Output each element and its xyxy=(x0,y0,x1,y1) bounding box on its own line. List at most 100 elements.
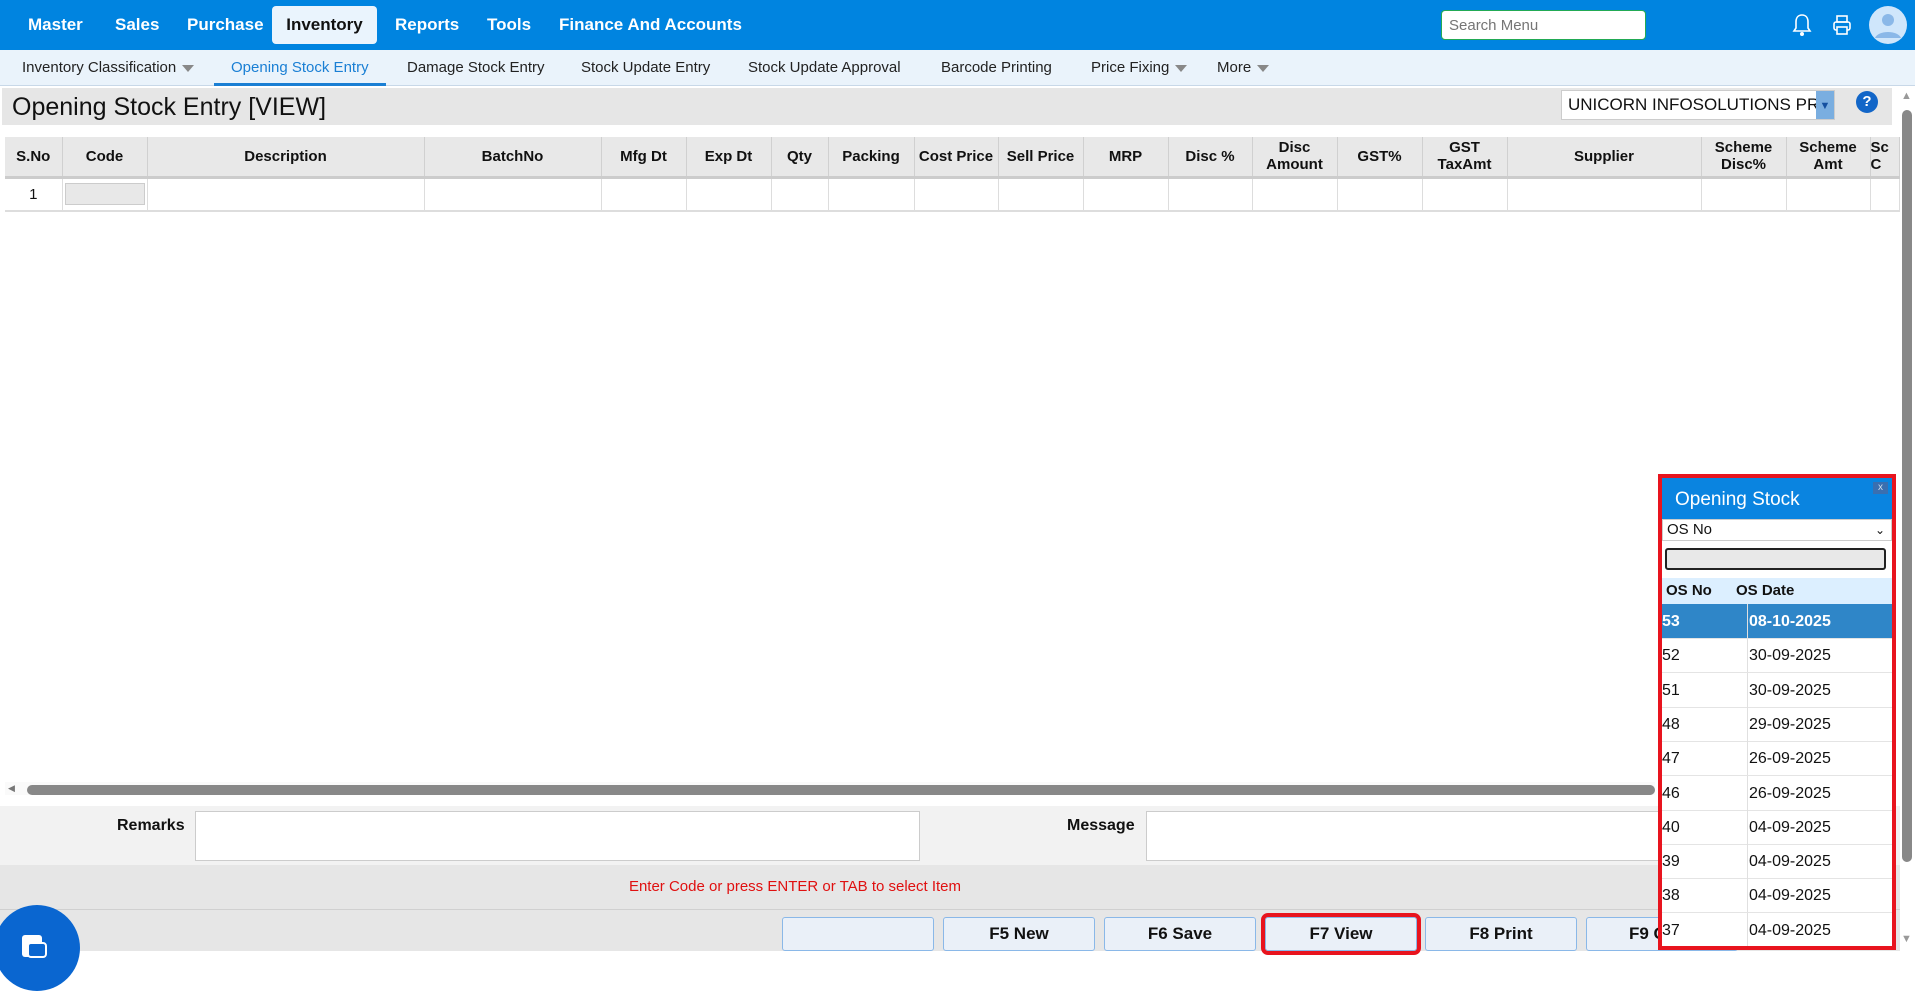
col-gst-pct: GST% xyxy=(1337,137,1423,179)
os-date: 04-09-2025 xyxy=(1749,887,1831,905)
search-menu-input[interactable] xyxy=(1441,10,1646,40)
f6-save-button[interactable]: F6 Save xyxy=(1104,917,1256,951)
remarks-textarea[interactable] xyxy=(195,811,920,861)
cell-sell-price[interactable] xyxy=(998,177,1084,212)
os-no: 46 xyxy=(1662,775,1748,810)
chat-icon[interactable] xyxy=(0,905,80,991)
list-item[interactable]: 53 08-10-2025 xyxy=(1662,604,1892,639)
stock-entry-grid: S.No Code Description BatchNo Mfg Dt Exp… xyxy=(5,137,1900,212)
nav-inventory[interactable]: Inventory xyxy=(272,6,377,44)
cell-sc[interactable] xyxy=(1870,177,1900,212)
caret-down-icon xyxy=(1175,64,1188,72)
bell-icon[interactable] xyxy=(1792,13,1812,37)
caret-down-icon xyxy=(182,64,195,72)
code-input[interactable] xyxy=(64,183,145,206)
col-code: Code xyxy=(62,137,148,179)
cell-scheme-amt[interactable] xyxy=(1786,177,1871,212)
list-item[interactable]: 37 04-09-2025 xyxy=(1662,912,1892,946)
chevron-down-icon: ⌄ xyxy=(1874,523,1885,537)
cell-scheme-disc[interactable] xyxy=(1701,177,1787,212)
subnav-stock-update-approval[interactable]: Stock Update Approval xyxy=(748,50,901,86)
message-textarea[interactable] xyxy=(1146,811,1666,861)
cell-cost-price[interactable] xyxy=(914,177,999,212)
list-item[interactable]: 48 29-09-2025 xyxy=(1662,706,1892,742)
subnav-damage-stock-entry[interactable]: Damage Stock Entry xyxy=(407,50,545,86)
vertical-scrollbar[interactable]: ▲ ▼ xyxy=(1900,90,1914,951)
list-item[interactable]: 47 26-09-2025 xyxy=(1662,741,1892,777)
filter-select[interactable]: OS No ⌄ xyxy=(1662,519,1892,541)
status-message: Enter Code or press ENTER or TAB to sele… xyxy=(628,878,962,895)
nav-finance-and-accounts[interactable]: Finance And Accounts xyxy=(547,6,754,44)
os-date: 30-09-2025 xyxy=(1749,681,1831,699)
sub-nav: Inventory Classification Opening Stock E… xyxy=(0,50,1915,86)
popup-header-row: OS No OS Date xyxy=(1662,578,1892,604)
col-supplier: Supplier xyxy=(1507,137,1702,179)
col-cost-price: Cost Price xyxy=(914,137,999,179)
subnav-barcode-printing[interactable]: Barcode Printing xyxy=(941,50,1052,86)
col-mrp: MRP xyxy=(1083,137,1169,179)
scroll-left-icon[interactable]: ◀ xyxy=(8,783,15,794)
remarks-label: Remarks xyxy=(117,817,185,834)
cell-exp-dt[interactable] xyxy=(686,177,772,212)
subnav-stock-update-entry[interactable]: Stock Update Entry xyxy=(581,50,710,86)
col-gst-taxamt: GST TaxAmt xyxy=(1422,137,1508,179)
subnav-inventory-classification[interactable]: Inventory Classification xyxy=(22,50,195,86)
nav-tools[interactable]: Tools xyxy=(475,6,543,44)
list-item[interactable]: 52 30-09-2025 xyxy=(1662,638,1892,674)
cell-qty[interactable] xyxy=(771,177,829,212)
cell-mfg-dt[interactable] xyxy=(601,177,687,212)
subnav-label: Price Fixing xyxy=(1091,59,1170,76)
cell-batchno[interactable] xyxy=(424,177,602,212)
nav-reports[interactable]: Reports xyxy=(383,6,471,44)
nav-purchase[interactable]: Purchase xyxy=(175,6,276,44)
col-disc-amount: Disc Amount xyxy=(1252,137,1338,179)
table-row: 1 xyxy=(5,177,1900,212)
os-date: 26-09-2025 xyxy=(1749,784,1831,802)
horizontal-scrollbar[interactable]: ◀ xyxy=(5,782,1655,795)
os-date: 30-09-2025 xyxy=(1749,647,1831,665)
f8-print-button[interactable]: F8 Print xyxy=(1425,917,1577,951)
scroll-down-icon[interactable]: ▼ xyxy=(1901,933,1912,945)
close-icon[interactable]: x xyxy=(1873,482,1888,494)
list-item[interactable]: 51 30-09-2025 xyxy=(1662,672,1892,708)
grid-header-row: S.No Code Description BatchNo Mfg Dt Exp… xyxy=(5,137,1900,179)
os-no: 40 xyxy=(1662,809,1748,844)
printer-icon[interactable] xyxy=(1831,14,1853,36)
cell-packing[interactable] xyxy=(828,177,915,212)
cell-code[interactable] xyxy=(62,177,148,212)
cell-mrp[interactable] xyxy=(1083,177,1169,212)
nav-master[interactable]: Master xyxy=(16,6,95,44)
popup-title: Opening Stock xyxy=(1662,478,1892,519)
scrollbar-thumb[interactable] xyxy=(1902,110,1912,862)
scroll-up-icon[interactable]: ▲ xyxy=(1901,90,1912,102)
cell-gst-taxamt[interactable] xyxy=(1422,177,1508,212)
subnav-opening-stock-entry[interactable]: Opening Stock Entry xyxy=(214,50,386,86)
col-disc-pct: Disc % xyxy=(1168,137,1253,179)
company-select[interactable]: UNICORN INFOSOLUTIONS PR ▼ xyxy=(1561,90,1835,120)
list-item[interactable]: 39 04-09-2025 xyxy=(1662,844,1892,880)
cell-disc-pct[interactable] xyxy=(1168,177,1253,212)
col-sno: S.No xyxy=(5,137,63,179)
f7-view-button[interactable]: F7 View xyxy=(1261,913,1421,955)
scrollbar-thumb[interactable] xyxy=(27,785,1655,795)
popup-search-input[interactable] xyxy=(1665,548,1886,570)
os-date: 04-09-2025 xyxy=(1749,818,1831,836)
f5-new-button[interactable]: F5 New xyxy=(943,917,1095,951)
nav-sales[interactable]: Sales xyxy=(103,6,171,44)
subnav-more[interactable]: More xyxy=(1217,50,1270,86)
list-item[interactable]: 38 04-09-2025 xyxy=(1662,878,1892,914)
user-avatar[interactable] xyxy=(1869,6,1907,44)
col-qty: Qty xyxy=(771,137,829,179)
list-item[interactable]: 40 04-09-2025 xyxy=(1662,809,1892,845)
opening-stock-popup: Opening Stock x OS No ⌄ OS No OS Date 53 08… xyxy=(1658,474,1896,950)
subnav-label: More xyxy=(1217,59,1252,76)
col-description: Description xyxy=(147,137,425,179)
cell-supplier[interactable] xyxy=(1507,177,1702,212)
list-item[interactable]: 46 26-09-2025 xyxy=(1662,775,1892,811)
help-icon[interactable]: ? xyxy=(1856,91,1878,113)
subnav-price-fixing[interactable]: Price Fixing xyxy=(1091,50,1188,86)
cell-disc-amount[interactable] xyxy=(1252,177,1338,212)
cell-description[interactable] xyxy=(147,177,425,212)
blank-button[interactable] xyxy=(782,917,934,951)
cell-gst-pct[interactable] xyxy=(1337,177,1423,212)
